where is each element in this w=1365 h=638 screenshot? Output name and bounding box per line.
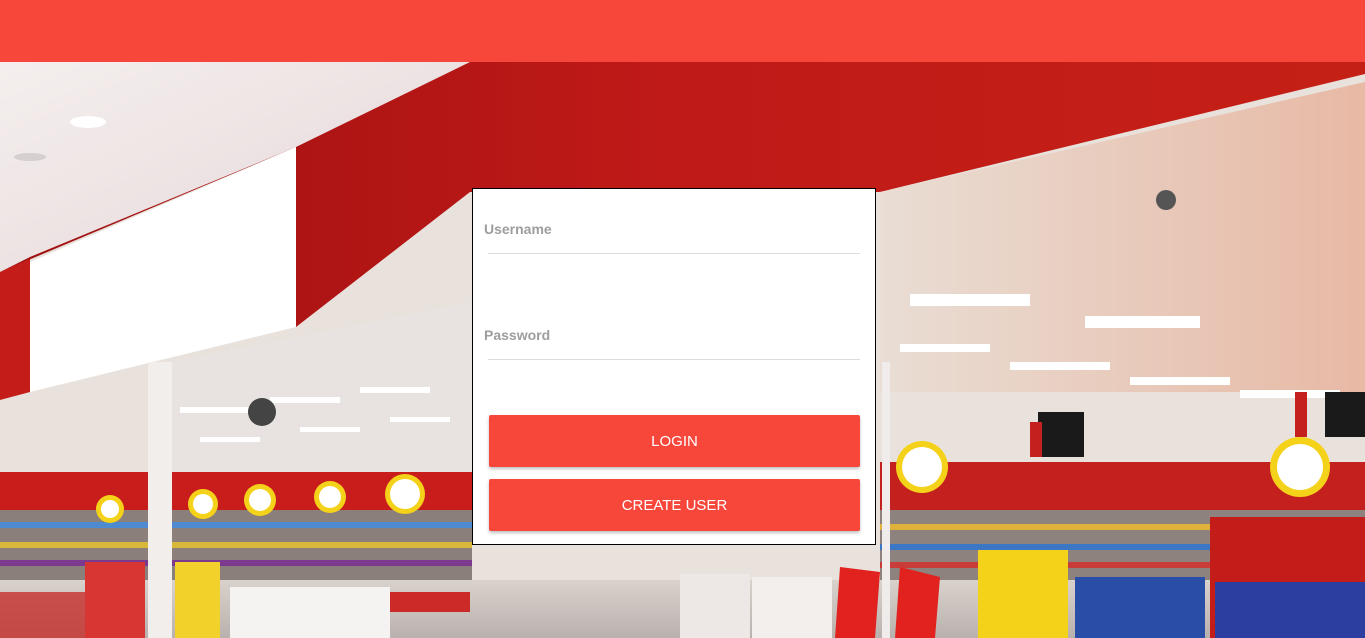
username-input[interactable]: [488, 227, 860, 254]
top-header-bar: [0, 0, 1365, 62]
create-user-button[interactable]: CREATE USER: [489, 479, 860, 531]
login-button[interactable]: LOGIN: [489, 415, 860, 467]
login-form-card: Username Password LOGIN CREATE USER: [472, 188, 876, 545]
password-input[interactable]: [488, 333, 860, 360]
